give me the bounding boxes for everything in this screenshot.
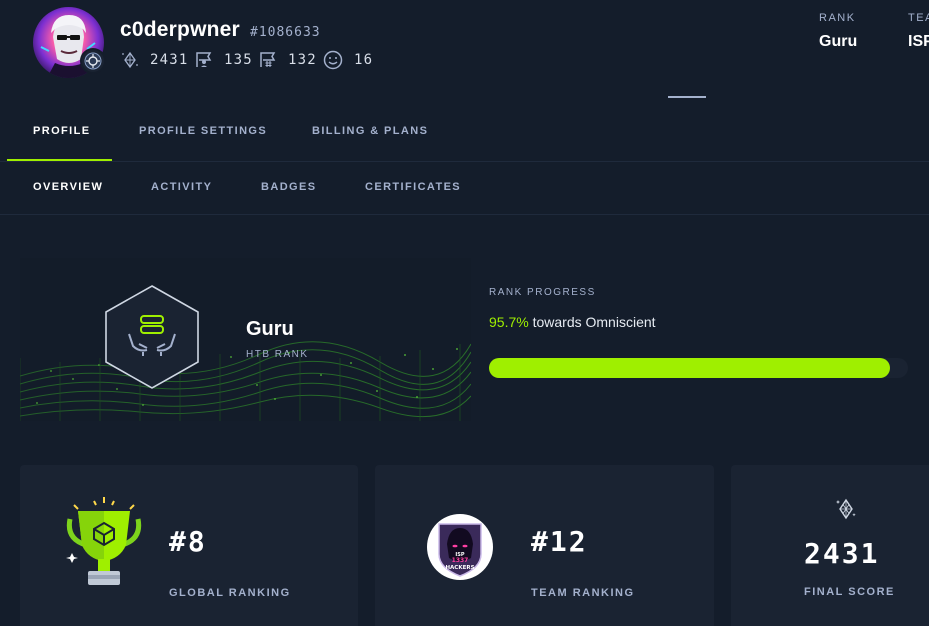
points-icon bbox=[834, 497, 858, 526]
tab-badges[interactable]: BADGES bbox=[261, 181, 316, 193]
header-rank-label: RANK bbox=[819, 12, 856, 24]
rank-progress-text: 95.7% towards Omniscient bbox=[489, 314, 656, 330]
team-ranking-value: #12 bbox=[531, 525, 588, 558]
tab-billing-plans[interactable]: BILLING & PLANS bbox=[312, 125, 428, 137]
tab-certificates[interactable]: CERTIFICATES bbox=[365, 181, 461, 193]
secondary-tabs: OVERVIEW ACTIVITY BADGES CERTIFICATES bbox=[0, 162, 929, 215]
user-owns-stat: 135 bbox=[194, 50, 253, 70]
header-team-label: TEAM bbox=[908, 12, 929, 24]
rank-progress-percent: 95.7% bbox=[489, 314, 529, 330]
rank-badge-icon bbox=[80, 48, 106, 74]
respect-stat: 16 bbox=[322, 50, 373, 70]
profile-header: c0derpwner #1086633 2431 135 132 16 RANK… bbox=[0, 0, 929, 105]
global-ranking-value: #8 bbox=[169, 525, 207, 558]
user-flag-icon bbox=[194, 50, 214, 70]
header-rank-value[interactable]: Guru bbox=[819, 33, 857, 51]
final-score-card: 2431 FINAL SCORE bbox=[731, 465, 929, 626]
rank-subtitle: HTB RANK bbox=[246, 349, 309, 360]
respect-icon bbox=[322, 49, 344, 71]
username: c0derpwner bbox=[120, 18, 240, 41]
team-ranking-label: TEAM RANKING bbox=[531, 587, 635, 599]
rank-progress-label: RANK PROGRESS bbox=[489, 287, 596, 298]
tab-profile[interactable]: PROFILE bbox=[33, 125, 90, 137]
primary-tabs: PROFILE PROFILE SETTINGS BILLING & PLANS bbox=[0, 105, 929, 162]
final-score-value: 2431 bbox=[804, 537, 880, 570]
tab-activity[interactable]: ACTIVITY bbox=[151, 181, 212, 193]
system-owns-stat: 132 bbox=[258, 50, 317, 70]
points-stat: 2431 bbox=[120, 50, 189, 70]
guru-rank-icon bbox=[103, 284, 201, 390]
team-ranking-card: ISP 1337 HACKERS #12 TEAM RANKING bbox=[375, 465, 714, 626]
user-owns-value: 135 bbox=[224, 52, 253, 68]
points-icon bbox=[120, 50, 140, 70]
rank-name: Guru bbox=[246, 318, 294, 340]
system-flag-icon bbox=[258, 50, 278, 70]
rank-progress-bar bbox=[489, 358, 908, 378]
rank-progress-target: towards Omniscient bbox=[532, 314, 656, 330]
respect-value: 16 bbox=[354, 52, 374, 68]
team-logo-text-2: 1337 bbox=[452, 557, 469, 564]
points-value: 2431 bbox=[150, 52, 189, 68]
global-ranking-card: #8 GLOBAL RANKING bbox=[20, 465, 358, 626]
user-id: #1086633 bbox=[250, 25, 321, 40]
global-ranking-label: GLOBAL RANKING bbox=[169, 587, 291, 599]
team-logo-text-3: HACKERS bbox=[445, 565, 474, 571]
tab-profile-settings[interactable]: PROFILE SETTINGS bbox=[139, 125, 267, 137]
team-logo[interactable]: ISP 1337 HACKERS bbox=[427, 514, 493, 580]
rank-progress-fill bbox=[489, 358, 890, 378]
system-owns-value: 132 bbox=[288, 52, 317, 68]
tab-overview[interactable]: OVERVIEW bbox=[33, 181, 103, 193]
final-score-label: FINAL SCORE bbox=[804, 586, 895, 598]
active-tab-indicator bbox=[7, 159, 112, 161]
header-team-value[interactable]: ISP bbox=[908, 33, 929, 51]
header-underline bbox=[668, 96, 706, 98]
trophy-icon bbox=[64, 495, 144, 596]
